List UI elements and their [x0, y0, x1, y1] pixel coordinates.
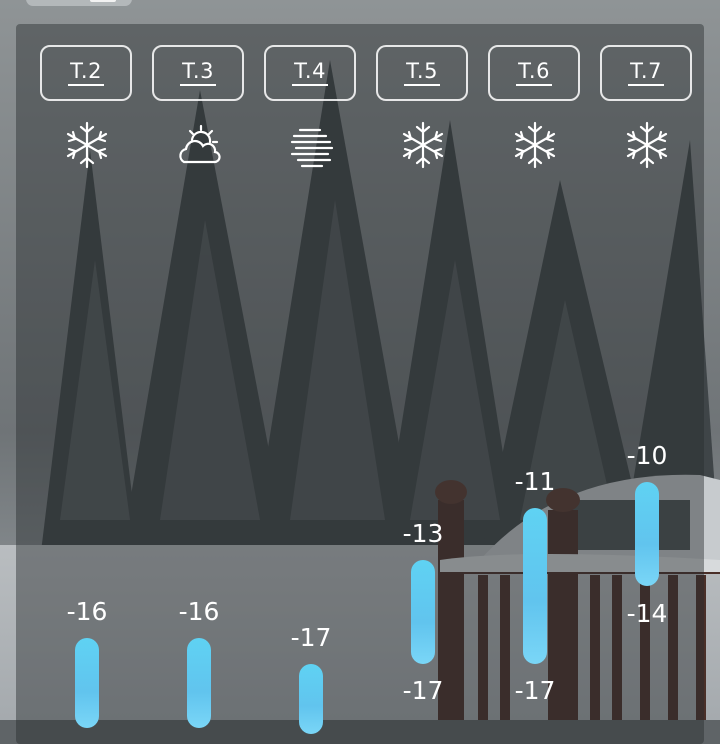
fog-icon: [286, 120, 336, 170]
snowflake-icon: [62, 120, 112, 170]
temp-range-bar: [523, 508, 547, 664]
forecast-day: T.4 -17: [264, 0, 360, 734]
low-temp: -14: [626, 599, 668, 628]
day-tab-t4[interactable]: T.4: [264, 45, 356, 101]
partly-sunny-cloud-icon: [174, 120, 224, 170]
day-tab-t2[interactable]: T.2: [40, 45, 132, 101]
snowflake-icon: [510, 120, 560, 170]
day-label: T.5: [404, 60, 440, 86]
temp-range-bar: [299, 664, 323, 734]
day-tab-t5[interactable]: T.5: [376, 45, 468, 101]
day-label: T.6: [516, 60, 552, 86]
high-temp: -17: [290, 623, 332, 652]
snowflake-icon: [398, 120, 448, 170]
forecast-day: T.5 -13 -17: [376, 0, 472, 720]
high-temp: -11: [514, 467, 556, 496]
temp-range-bar: [635, 482, 659, 586]
day-label: T.4: [292, 60, 328, 86]
low-temp: -17: [514, 676, 556, 705]
day-label: T.7: [628, 60, 664, 86]
snowflake-icon: [622, 120, 672, 170]
forecast-day: T.6 -11 -17: [488, 0, 584, 720]
forecast-day: T.7 -10 -14: [600, 0, 696, 720]
low-temp: -17: [402, 676, 444, 705]
day-tab-t7[interactable]: T.7: [600, 45, 692, 101]
day-tab-t3[interactable]: T.3: [152, 45, 244, 101]
forecast-day: T.2 -16: [40, 0, 136, 728]
temp-range-bar: [75, 638, 99, 728]
temp-range-bar: [187, 638, 211, 728]
high-temp: -13: [402, 519, 444, 548]
forecast-day: T.3 -16: [152, 0, 248, 728]
high-temp: -10: [626, 441, 668, 470]
high-temp: -16: [178, 597, 220, 626]
temp-range-bar: [411, 560, 435, 664]
day-label: T.2: [68, 60, 104, 86]
day-label: T.3: [180, 60, 216, 86]
high-temp: -16: [66, 597, 108, 626]
day-tab-t6[interactable]: T.6: [488, 45, 580, 101]
